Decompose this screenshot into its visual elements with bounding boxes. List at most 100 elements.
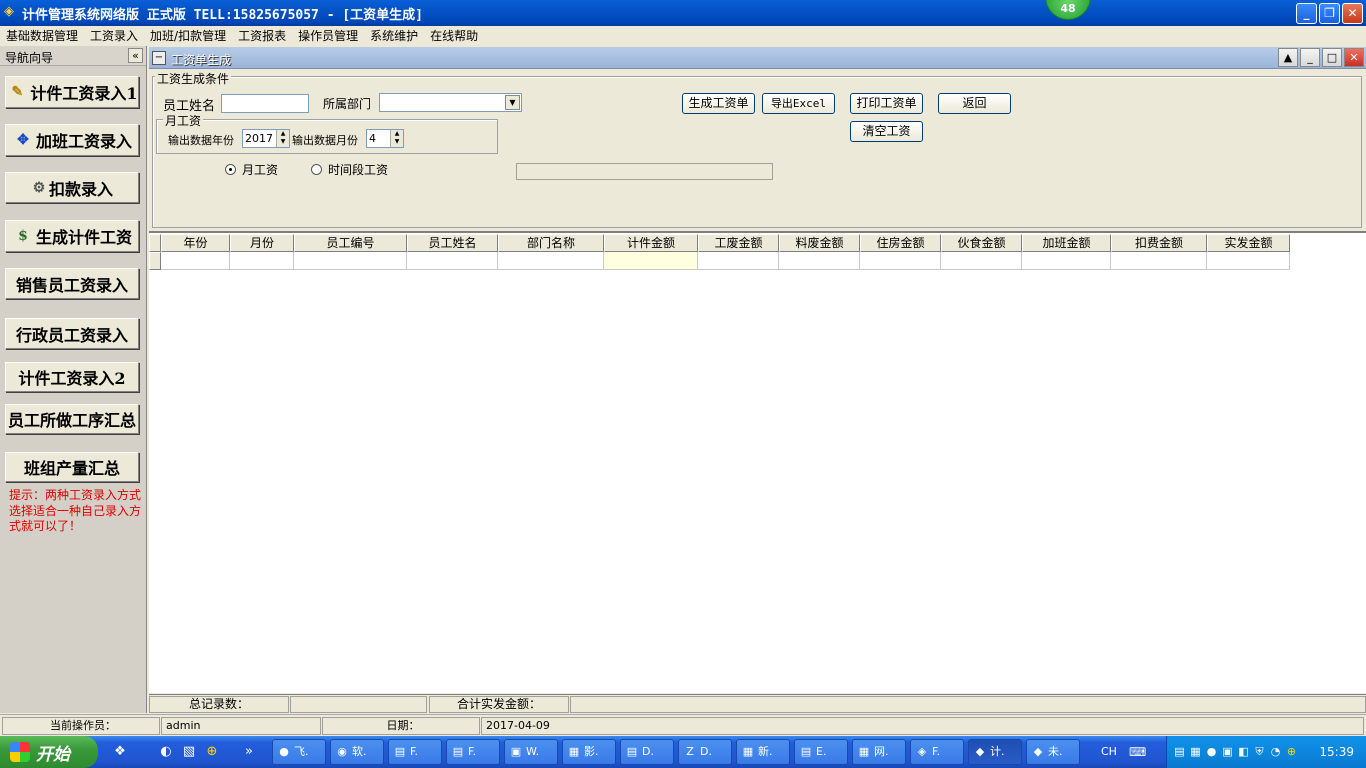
wage-grid[interactable]: 年份 月份 员工编号 员工姓名 部门名称 计件金额 工废金额 料废金额 住房金额… xyxy=(149,231,1366,693)
child-window-titlebar[interactable]: − 工资单生成 ▲ _ □ ✕ xyxy=(149,47,1366,69)
tray-icon[interactable]: ▦ xyxy=(1189,745,1202,758)
grid-cell[interactable] xyxy=(860,252,941,270)
taskbar-item[interactable]: ● 飞. xyxy=(272,739,326,765)
menu-help[interactable]: 在线帮助 xyxy=(424,26,484,46)
nav-process-summary[interactable]: 员工所做工序汇总 xyxy=(5,404,139,434)
tray-network-icon[interactable]: ▣ xyxy=(1221,745,1234,758)
nav-piece-wage-entry-2[interactable]: 计件工资录入2 xyxy=(5,362,139,392)
menu-operator[interactable]: 操作员管理 xyxy=(292,26,364,46)
col-header-material-waste[interactable]: 料废金额 xyxy=(779,234,860,252)
quicklaunch-icon[interactable]: ◐ xyxy=(158,744,174,760)
nav-piece-wage-entry-1[interactable]: ✎ 计件工资录入1 xyxy=(5,76,139,108)
collapse-icon[interactable]: « xyxy=(128,48,143,63)
grid-cell[interactable] xyxy=(1111,252,1207,270)
grid-cell[interactable] xyxy=(407,252,498,270)
close-button[interactable]: ✕ xyxy=(1342,3,1363,24)
nav-generate-piece-wage[interactable]: $ 生成计件工资 xyxy=(5,220,139,252)
nav-sales-wage-entry[interactable]: 销售员工资录入 xyxy=(5,268,139,299)
taskbar-item[interactable]: ◆ 未. xyxy=(1026,739,1080,765)
window-titlebar[interactable]: ◈ 计件管理系统网络版 正式版 TELL:15825675057 - [工资单生… xyxy=(0,0,1366,26)
taskbar-item[interactable]: ▣ W. xyxy=(504,739,558,765)
quicklaunch-icon[interactable]: ❖ xyxy=(112,744,128,760)
generate-wage-button[interactable]: 生成工资单 xyxy=(682,93,755,114)
print-wage-button[interactable]: 打印工资单 xyxy=(850,93,923,114)
chevron-down-icon[interactable]: ▼ xyxy=(505,95,520,110)
month-stepper[interactable]: 4 ▲ ▼ xyxy=(366,129,404,148)
radio-period-wage[interactable]: 时间段工资 xyxy=(311,161,388,178)
taskbar-item[interactable]: ▦ 网. xyxy=(852,739,906,765)
grid-cell[interactable] xyxy=(1207,252,1290,270)
tray-icon[interactable]: ⊕ xyxy=(1285,745,1298,758)
stepper-arrows-icon[interactable]: ▲ ▼ xyxy=(276,130,289,147)
col-header-month[interactable]: 月份 xyxy=(230,234,294,252)
taskbar-item[interactable]: ▤ E. xyxy=(794,739,848,765)
grid-cell[interactable] xyxy=(230,252,294,270)
menu-wage-entry[interactable]: 工资录入 xyxy=(84,26,144,46)
child-maximize-button[interactable]: □ xyxy=(1322,48,1342,67)
child-system-menu-icon[interactable]: − xyxy=(152,51,166,65)
quicklaunch-icon[interactable]: ⊕ xyxy=(204,744,220,760)
col-header-work-waste[interactable]: 工废金额 xyxy=(698,234,779,252)
grid-cell[interactable] xyxy=(941,252,1022,270)
taskbar-item[interactable]: ▤ F. xyxy=(446,739,500,765)
col-header-employee-id[interactable]: 员工编号 xyxy=(294,234,407,252)
taskbar-item[interactable]: ▤ D. xyxy=(620,739,674,765)
menu-wage-report[interactable]: 工资报表 xyxy=(232,26,292,46)
update-badge[interactable]: 48 xyxy=(1045,0,1091,20)
clear-wage-button[interactable]: 清空工资 xyxy=(850,121,923,142)
start-button[interactable]: 开始 xyxy=(0,736,98,768)
nav-deduction-entry[interactable]: ⚙ 扣款录入 xyxy=(5,172,139,203)
tray-icon[interactable]: ◔ xyxy=(1269,745,1282,758)
grid-cell[interactable] xyxy=(294,252,407,270)
taskbar-item[interactable]: ◉ 软. xyxy=(330,739,384,765)
quicklaunch-more-icon[interactable]: » xyxy=(241,744,257,760)
taskbar-item[interactable]: ◈ F. xyxy=(910,739,964,765)
taskbar-item[interactable]: Z D. xyxy=(678,739,732,765)
grid-cell[interactable] xyxy=(779,252,860,270)
col-header-net-pay[interactable]: 实发金额 xyxy=(1207,234,1290,252)
child-scroll-up-button[interactable]: ▲ xyxy=(1278,48,1298,67)
radio-monthly-wage[interactable]: 月工资 xyxy=(225,161,278,178)
menu-basic-data[interactable]: 基础数据管理 xyxy=(0,26,84,46)
nav-admin-wage-entry[interactable]: 行政员工资录入 xyxy=(5,318,139,349)
grid-cell[interactable] xyxy=(161,252,230,270)
taskbar-item[interactable]: ▤ F. xyxy=(388,739,442,765)
quicklaunch-icon[interactable]: ▧ xyxy=(181,744,197,760)
child-minimize-button[interactable]: _ xyxy=(1300,48,1320,67)
department-select[interactable]: ▼ xyxy=(379,93,522,112)
grid-cell[interactable] xyxy=(698,252,779,270)
table-row[interactable] xyxy=(149,252,1290,270)
taskbar-item-active[interactable]: ◆ 计. xyxy=(968,739,1022,765)
export-excel-button[interactable]: 导出Excel xyxy=(762,93,835,114)
row-indicator[interactable] xyxy=(149,252,161,270)
tray-shield-icon[interactable]: ⛨ xyxy=(1253,745,1266,758)
col-header-overtime[interactable]: 加班金额 xyxy=(1022,234,1111,252)
col-header-employee-name[interactable]: 员工姓名 xyxy=(407,234,498,252)
employee-name-input[interactable] xyxy=(221,94,309,113)
taskbar-item[interactable]: ▦ 影. xyxy=(562,739,616,765)
keyboard-icon[interactable]: ⌨ xyxy=(1129,745,1146,759)
language-indicator[interactable]: CH xyxy=(1101,745,1117,758)
menu-maintenance[interactable]: 系统维护 xyxy=(364,26,424,46)
col-header-department[interactable]: 部门名称 xyxy=(498,234,604,252)
nav-team-output-summary[interactable]: 班组产量汇总 xyxy=(5,452,139,482)
menu-overtime-deduction[interactable]: 加班/扣款管理 xyxy=(144,26,232,46)
col-header-housing[interactable]: 住房金额 xyxy=(860,234,941,252)
restore-button[interactable]: ❐ xyxy=(1319,3,1340,24)
minimize-button[interactable]: _ xyxy=(1296,3,1317,24)
back-button[interactable]: 返回 xyxy=(938,93,1011,114)
tray-icon[interactable]: ◧ xyxy=(1237,745,1250,758)
col-header-piece-amount[interactable]: 计件金额 xyxy=(604,234,698,252)
tray-qq-icon[interactable]: ● xyxy=(1205,745,1218,758)
grid-cell[interactable] xyxy=(498,252,604,270)
year-stepper[interactable]: 2017 ▲ ▼ xyxy=(242,129,290,148)
tray-icon[interactable]: ▤ xyxy=(1173,745,1186,758)
stepper-arrows-icon[interactable]: ▲ ▼ xyxy=(390,130,403,147)
taskbar-item[interactable]: ▦ 新. xyxy=(736,739,790,765)
grid-cell-selected[interactable] xyxy=(604,252,698,270)
grid-cell[interactable] xyxy=(1022,252,1111,270)
nav-overtime-entry[interactable]: ✥ 加班工资录入 xyxy=(5,124,139,156)
col-header-year[interactable]: 年份 xyxy=(161,234,230,252)
col-header-deduction[interactable]: 扣费金额 xyxy=(1111,234,1207,252)
taskbar-clock[interactable]: 15:39 xyxy=(1319,745,1354,759)
